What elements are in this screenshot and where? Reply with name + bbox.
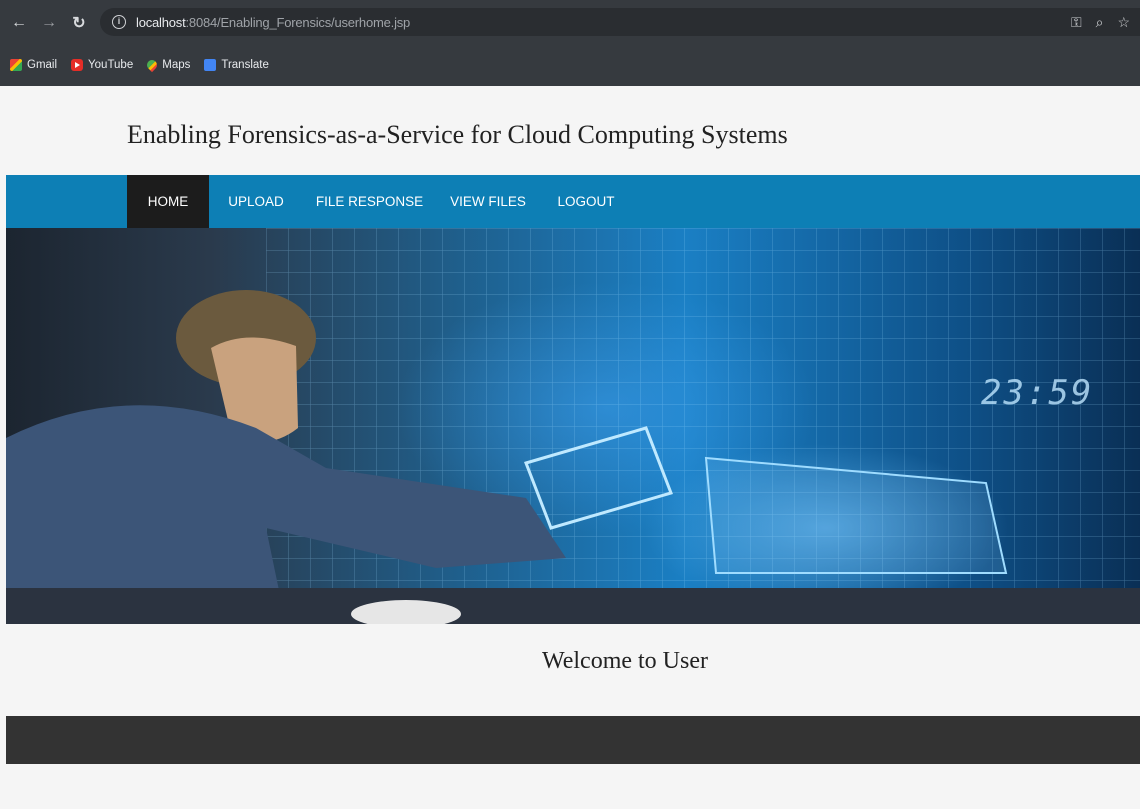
- reload-icon[interactable]: ↻: [68, 13, 90, 33]
- bookmark-gmail[interactable]: Gmail: [10, 59, 57, 71]
- omnibox-actions: ⚿ ⌕ ☆: [1071, 8, 1130, 36]
- nav-file-response[interactable]: FILE RESPONSE: [303, 175, 436, 228]
- nav-logout[interactable]: LOGOUT: [540, 175, 632, 228]
- zoom-icon[interactable]: ⌕: [1096, 14, 1104, 31]
- translate-icon: [204, 59, 217, 71]
- youtube-icon: [71, 59, 84, 71]
- bookmarks-bar: Gmail YouTube Maps Translate: [0, 52, 269, 78]
- nav-view-files[interactable]: VIEW FILES: [436, 175, 540, 228]
- hero-clock-text: 23:59: [981, 373, 1094, 413]
- url-text[interactable]: localhost:8084/Enabling_Forensics/userho…: [136, 15, 410, 30]
- password-key-icon[interactable]: ⚿: [1071, 14, 1082, 31]
- nav-home[interactable]: HOME: [127, 175, 209, 228]
- welcome-heading: Welcome to User: [541, 648, 708, 674]
- maps-icon: [145, 57, 160, 73]
- browser-toolbar: ← → ↻ i localhost:8084/Enabling_Forensic…: [0, 0, 1140, 46]
- site-title: Enabling Forensics-as-a-Service for Clou…: [127, 120, 788, 149]
- nav-upload[interactable]: UPLOAD: [209, 175, 303, 228]
- bookmark-translate[interactable]: Translate: [204, 59, 269, 71]
- hologram-laptop: [704, 456, 1008, 574]
- back-icon[interactable]: ←: [8, 14, 30, 32]
- forward-icon[interactable]: →: [38, 14, 60, 32]
- address-bar[interactable]: i localhost:8084/Enabling_Forensics/user…: [100, 8, 1140, 36]
- bookmark-maps[interactable]: Maps: [145, 57, 190, 73]
- desk-surface: [6, 588, 1140, 624]
- site-info-icon[interactable]: i: [112, 15, 126, 29]
- bookmark-star-icon[interactable]: ☆: [1117, 14, 1130, 31]
- gmail-icon: [10, 59, 22, 71]
- hologram-phone: [524, 426, 673, 530]
- main-navbar: HOME UPLOAD FILE RESPONSE VIEW FILES LOG…: [6, 175, 1140, 228]
- bookmark-youtube[interactable]: YouTube: [71, 59, 133, 71]
- browser-chrome: ← → ↻ i localhost:8084/Enabling_Forensic…: [0, 0, 1140, 86]
- hero-banner-image: 23:59: [6, 228, 1140, 624]
- hero-illustration: [6, 290, 1140, 624]
- footer-bar: [6, 716, 1140, 764]
